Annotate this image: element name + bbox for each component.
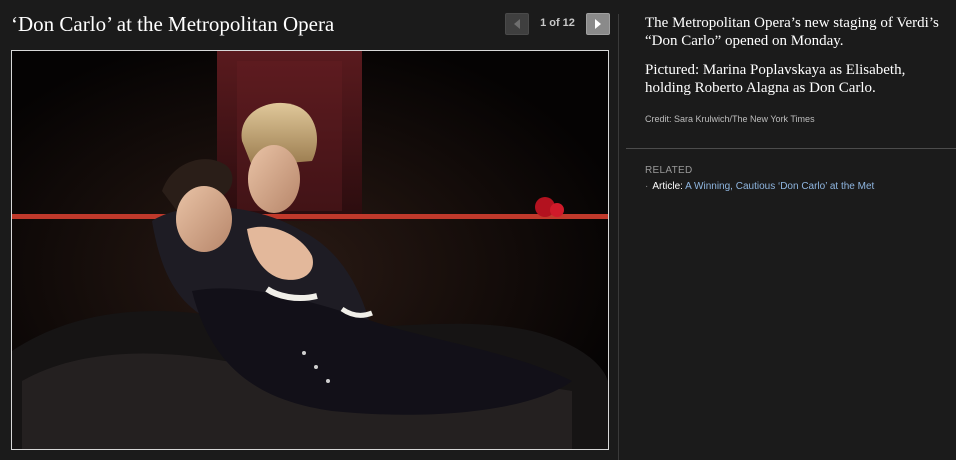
slideshow-nav: 1 of 12 bbox=[505, 13, 610, 35]
bullet-icon: · bbox=[645, 181, 649, 192]
chevron-right-icon bbox=[595, 19, 601, 29]
gallery-photo[interactable] bbox=[11, 50, 609, 450]
related-item-type: Article: bbox=[652, 181, 683, 192]
slide-counter: 1 of 12 bbox=[540, 17, 575, 29]
caption-paragraph: The Metropolitan Opera’s new staging of … bbox=[645, 15, 939, 49]
photo-caption: The Metropolitan Opera’s new staging of … bbox=[645, 14, 945, 108]
section-divider bbox=[626, 148, 956, 149]
column-divider bbox=[618, 14, 619, 460]
related-item: · Article: A Winning, Cautious ‘Don Carlo… bbox=[645, 181, 874, 192]
gallery-title: ‘Don Carlo’ at the Metropolitan Opera bbox=[11, 12, 335, 36]
next-button[interactable] bbox=[586, 13, 610, 35]
previous-button[interactable] bbox=[505, 13, 529, 35]
related-article-link[interactable]: A Winning, Cautious ‘Don Carlo’ at the M… bbox=[685, 181, 874, 192]
photo-credit: Credit: Sara Krulwich/The New York Times bbox=[645, 114, 815, 124]
caption-paragraph: Pictured: Marina Poplavskaya as Elisabet… bbox=[645, 62, 906, 96]
chevron-left-icon bbox=[514, 19, 520, 29]
opera-stage-photo bbox=[12, 51, 608, 449]
related-heading: RELATED bbox=[645, 165, 693, 176]
